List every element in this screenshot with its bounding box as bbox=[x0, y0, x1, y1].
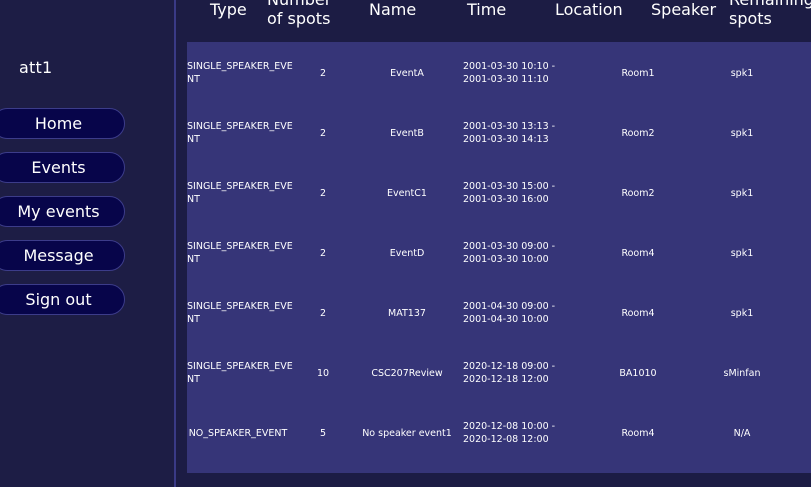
cell-spots: 2 bbox=[319, 307, 327, 319]
cell-time: 2020-12-08 10:00 - 2020-12-08 12:00 bbox=[463, 403, 573, 463]
table-row[interactable]: SINGLE_SPEAKER_EVENT 2 EventA 2001-03-30… bbox=[187, 43, 811, 103]
events-table: Type Number of spots Name Time Location … bbox=[176, 0, 811, 487]
time-start: 2001-03-30 15:00 - bbox=[463, 181, 556, 192]
cell-spots: 2 bbox=[319, 247, 327, 259]
header-name: Name bbox=[369, 0, 417, 19]
cell-name: EventB bbox=[390, 127, 424, 139]
time-end: 2001-03-30 10:00 bbox=[463, 254, 549, 265]
cell-spots: 5 bbox=[319, 427, 327, 439]
table-header: Type Number of spots Name Time Location … bbox=[176, 0, 811, 41]
time-start: 2020-12-18 09:00 - bbox=[463, 361, 556, 372]
cell-location: Room4 bbox=[621, 247, 655, 259]
time-start: 2001-03-30 13:13 - bbox=[463, 121, 556, 132]
table-body: SINGLE_SPEAKER_EVENT 2 EventA 2001-03-30… bbox=[187, 42, 811, 473]
cell-spots: 2 bbox=[319, 67, 327, 79]
cell-type: SINGLE_SPEAKER_EVENT bbox=[187, 181, 293, 205]
cell-speaker: sMinfan bbox=[723, 367, 761, 379]
cell-type: NO_SPEAKER_EVENT bbox=[188, 427, 288, 439]
cell-spots: 2 bbox=[319, 127, 327, 139]
table-row[interactable]: SINGLE_SPEAKER_EVENT 2 EventC1 2001-03-3… bbox=[187, 163, 811, 223]
header-spots-line1: Number bbox=[267, 0, 331, 9]
header-time: Time bbox=[467, 0, 507, 19]
cell-type: SINGLE_SPEAKER_EVENT bbox=[187, 241, 293, 265]
header-type: Type bbox=[210, 0, 247, 19]
header-remaining-line1: Remaining bbox=[729, 0, 811, 9]
time-end: 2020-12-18 12:00 bbox=[463, 374, 549, 385]
cell-location: Room2 bbox=[621, 127, 655, 139]
cell-name: CSC207Review bbox=[371, 367, 443, 379]
cell-speaker: spk1 bbox=[730, 67, 754, 79]
cell-name: EventC1 bbox=[387, 187, 427, 199]
time-end: 2020-12-08 12:00 bbox=[463, 434, 549, 445]
cell-time: 2001-03-30 13:13 - 2001-03-30 14:13 bbox=[463, 103, 573, 163]
cell-name: MAT137 bbox=[388, 307, 426, 319]
cell-speaker: spk1 bbox=[730, 307, 754, 319]
header-remaining-line2: spots bbox=[729, 9, 772, 28]
cell-type: SINGLE_SPEAKER_EVENT bbox=[187, 121, 293, 145]
table-row[interactable]: SINGLE_SPEAKER_EVENT 2 EventB 2001-03-30… bbox=[187, 103, 811, 163]
sign-out-button[interactable]: Sign out bbox=[0, 284, 125, 315]
cell-name: No speaker event1 bbox=[362, 427, 452, 439]
cell-name: EventA bbox=[390, 67, 424, 79]
sidebar: att1 Home Events My events Message Sign … bbox=[0, 0, 176, 487]
header-speaker: Speaker bbox=[651, 0, 717, 19]
cell-location: Room2 bbox=[621, 187, 655, 199]
cell-location: Room4 bbox=[621, 307, 655, 319]
cell-time: 2001-03-30 09:00 - 2001-03-30 10:00 bbox=[463, 223, 573, 283]
table-row[interactable]: SINGLE_SPEAKER_EVENT 2 MAT137 2001-04-30… bbox=[187, 283, 811, 343]
time-start: 2001-03-30 09:00 - bbox=[463, 241, 556, 252]
user-name: att1 bbox=[19, 58, 53, 77]
home-button[interactable]: Home bbox=[0, 108, 125, 139]
cell-speaker: spk1 bbox=[730, 127, 754, 139]
cell-speaker: spk1 bbox=[730, 247, 754, 259]
events-button[interactable]: Events bbox=[0, 152, 125, 183]
cell-location: BA1010 bbox=[619, 367, 657, 379]
table-row[interactable]: SINGLE_SPEAKER_EVENT 10 CSC207Review 202… bbox=[187, 343, 811, 403]
my-events-button[interactable]: My events bbox=[0, 196, 125, 227]
time-start: 2001-04-30 09:00 - bbox=[463, 301, 556, 312]
table-row[interactable]: NO_SPEAKER_EVENT 5 No speaker event1 202… bbox=[187, 403, 811, 463]
cell-name: EventD bbox=[389, 247, 425, 259]
cell-location: Room1 bbox=[621, 67, 655, 79]
cell-spots: 10 bbox=[316, 367, 330, 379]
message-button[interactable]: Message bbox=[0, 240, 125, 271]
time-end: 2001-03-30 14:13 bbox=[463, 134, 549, 145]
cell-speaker: N/A bbox=[733, 427, 751, 439]
cell-type: SINGLE_SPEAKER_EVENT bbox=[187, 61, 293, 85]
time-end: 2001-03-30 11:10 bbox=[463, 74, 549, 85]
cell-spots: 2 bbox=[319, 187, 327, 199]
header-location: Location bbox=[555, 0, 623, 19]
cell-speaker: spk1 bbox=[730, 187, 754, 199]
time-end: 2001-04-30 10:00 bbox=[463, 314, 549, 325]
cell-time: 2001-03-30 15:00 - 2001-03-30 16:00 bbox=[463, 163, 573, 223]
time-start: 2020-12-08 10:00 - bbox=[463, 421, 556, 432]
cell-location: Room4 bbox=[621, 427, 655, 439]
time-end: 2001-03-30 16:00 bbox=[463, 194, 549, 205]
cell-time: 2001-03-30 10:10 - 2001-03-30 11:10 bbox=[463, 43, 573, 103]
cell-time: 2001-04-30 09:00 - 2001-04-30 10:00 bbox=[463, 283, 573, 343]
cell-type: SINGLE_SPEAKER_EVENT bbox=[187, 361, 293, 385]
cell-type: SINGLE_SPEAKER_EVENT bbox=[187, 301, 293, 325]
time-start: 2001-03-30 10:10 - bbox=[463, 61, 556, 72]
cell-time: 2020-12-18 09:00 - 2020-12-18 12:00 bbox=[463, 343, 573, 403]
header-spots-line2: of spots bbox=[267, 9, 331, 28]
table-row[interactable]: SINGLE_SPEAKER_EVENT 2 EventD 2001-03-30… bbox=[187, 223, 811, 283]
